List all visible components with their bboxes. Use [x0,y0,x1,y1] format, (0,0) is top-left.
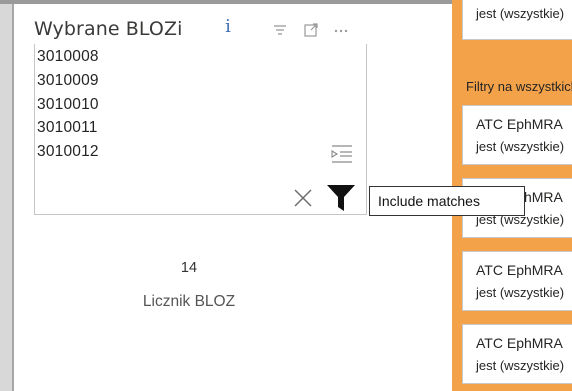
list-item[interactable]: 3010012 [37,140,99,164]
filter-card-title: ATC EphMRA [476,116,563,132]
filter-card-title: ATC EphMRA [476,262,563,278]
more-options-icon[interactable] [332,22,348,38]
filter-card-sub: jest (wszystkie) [476,139,565,154]
funnel-icon[interactable] [326,184,356,212]
filter-card-title: ATC EphMRA [476,335,563,351]
filter-card[interactable]: ATC EphMRA jest (wszystkie) [462,251,572,311]
filter-card-sub: jest (wszystkie) [476,358,565,373]
filters-section-heading: Filtry na wszystkich stronach [466,79,572,94]
info-icon[interactable]: i [221,16,235,38]
count-label: Licznik BLOZ [142,293,236,310]
filter-card[interactable]: jest (wszystkie) [462,0,572,40]
list-item[interactable]: 3010010 [37,93,99,117]
slicer-title: Wybrane BLOZi [34,18,183,40]
focus-mode-icon[interactable] [303,22,319,38]
filter-card[interactable]: ATC EphMRA jest (wszystkie) [462,105,572,165]
filter-card[interactable]: ATC EphMRA jest (wszystkie) [462,324,572,384]
filter-lines-icon[interactable] [272,22,288,38]
filter-card-sub: jest (wszystkie) [476,285,565,300]
clear-search-icon[interactable] [292,187,314,209]
tooltip: Include matches [369,186,525,216]
count-value: 14 [180,260,198,276]
slicer-list: 3010008 3010009 3010010 3010011 3010012 [37,45,99,164]
filter-card-sub: jest (wszystkie) [476,6,565,21]
list-item[interactable]: 3010009 [37,69,99,93]
list-item[interactable]: 3010008 [37,45,99,69]
list-item[interactable]: 3010011 [37,116,99,140]
filter-list-icon[interactable] [328,143,354,165]
